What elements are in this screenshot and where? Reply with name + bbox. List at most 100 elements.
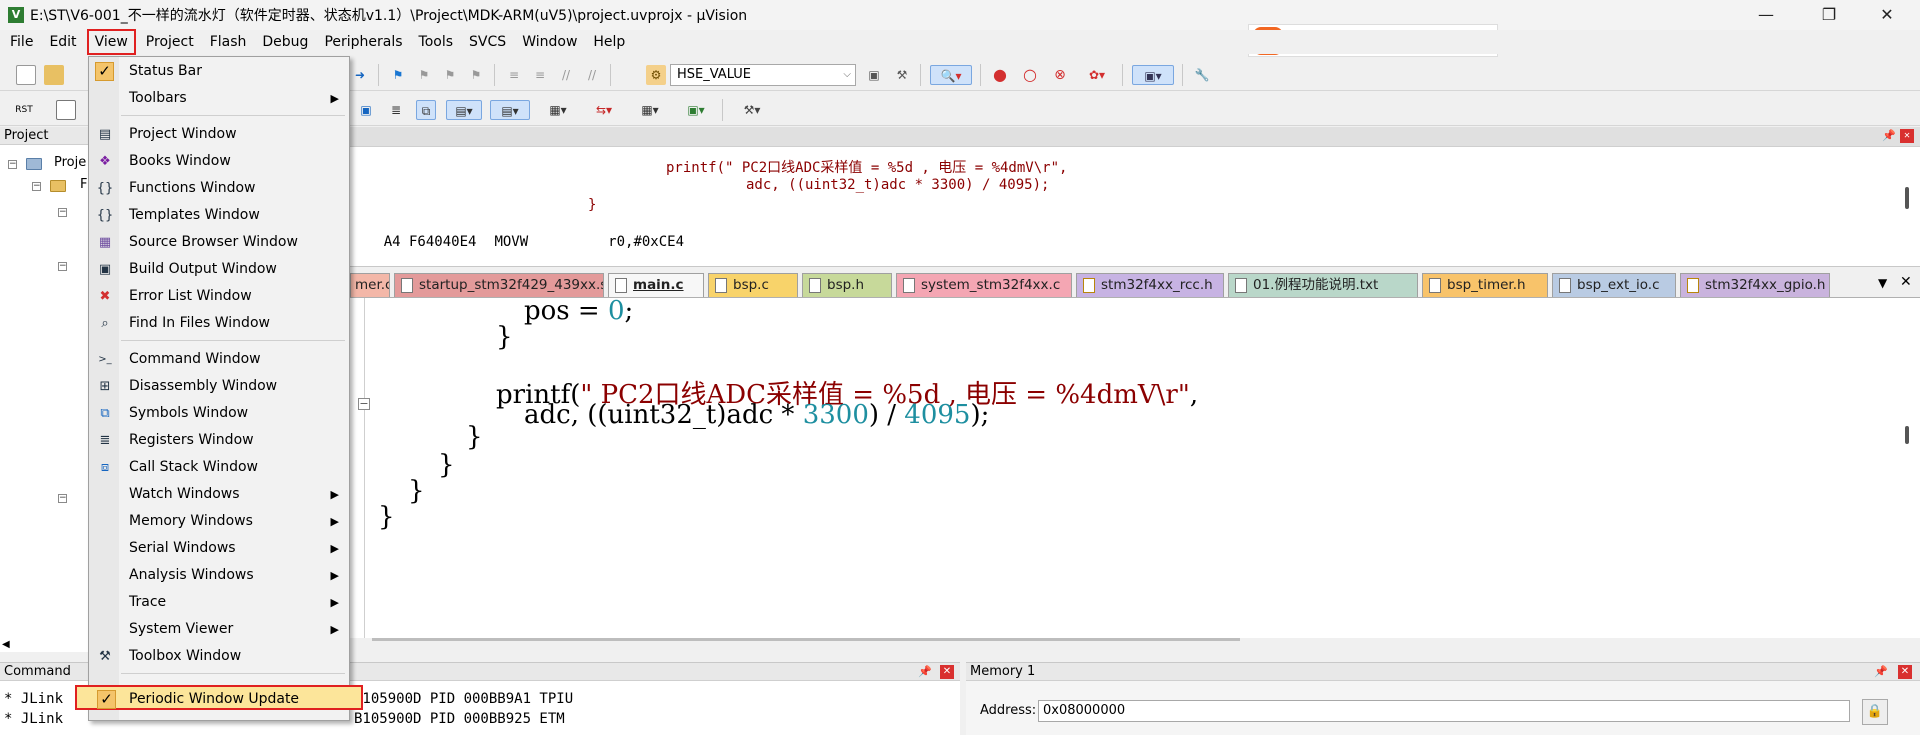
open-file-icon[interactable] xyxy=(44,65,64,85)
unindent-icon[interactable]: ≡ xyxy=(530,65,550,85)
menu-debug[interactable]: Debug xyxy=(256,31,314,53)
menu-item-toolbox-window[interactable]: ⚒ Toolbox Window xyxy=(89,644,349,669)
tab-list-icon[interactable]: ▼ xyxy=(1878,276,1887,290)
prev-bookmark-icon[interactable]: ⚑ xyxy=(414,65,434,85)
comment-icon[interactable]: // xyxy=(556,65,576,85)
tab-file[interactable]: stm32f4xx_rcc.h xyxy=(1076,273,1224,297)
close-tab-icon[interactable]: ✕ xyxy=(1900,274,1912,290)
maximize-button[interactable]: ❐ xyxy=(1806,0,1852,30)
menu-item-source-browser[interactable]: ▦ Source Browser Window xyxy=(89,230,349,255)
symbols-window-icon[interactable]: ⧉ xyxy=(416,100,436,120)
pin-icon[interactable]: 📌 xyxy=(1882,129,1896,143)
chevron-down-icon[interactable]: ⌵ xyxy=(843,65,851,85)
find-target-icon[interactable]: ⚙ xyxy=(646,65,666,85)
command-window-icon[interactable]: ▣ xyxy=(356,100,376,120)
menu-item-functions-window[interactable]: {} Functions Window xyxy=(89,176,349,201)
tab-file[interactable]: bsp_timer.h xyxy=(1422,273,1548,297)
call-stack-window-icon[interactable]: ▤▾ xyxy=(490,100,530,120)
reset-button[interactable]: RST xyxy=(14,100,34,120)
build-icon[interactable] xyxy=(56,100,76,120)
serial-window-icon[interactable]: ▦▾ xyxy=(632,100,668,120)
watch-window-icon[interactable]: ▦▾ xyxy=(540,100,576,120)
menu-item-periodic-window-update[interactable]: ✓ Periodic Window Update xyxy=(75,685,363,710)
menu-file[interactable]: File xyxy=(4,31,39,53)
enable-breakpoint-icon[interactable]: ○ xyxy=(1020,65,1040,85)
tab-file[interactable]: startup_stm32f429_439xx.s xyxy=(394,273,604,297)
tree-collapse-icon[interactable]: − xyxy=(32,182,41,191)
menu-item-toolbars[interactable]: Toolbars ▶ xyxy=(89,86,349,111)
disable-breakpoints-icon[interactable]: ⊗ xyxy=(1050,65,1070,85)
toolbox-icon[interactable]: ⚒▾ xyxy=(732,100,772,120)
menu-item-symbols-window[interactable]: ⧉ Symbols Window xyxy=(89,401,349,426)
menu-item-books-window[interactable]: ❖ Books Window xyxy=(89,149,349,174)
menu-item-watch-windows[interactable]: Watch Windows ▶ xyxy=(89,482,349,507)
menu-item-templates-window[interactable]: {} Templates Window xyxy=(89,203,349,228)
minimize-button[interactable]: — xyxy=(1743,0,1789,30)
close-icon[interactable]: ✕ xyxy=(1898,665,1912,679)
clear-bookmarks-icon[interactable]: ⚑ xyxy=(466,65,486,85)
menu-flash[interactable]: Flash xyxy=(204,31,253,53)
menu-item-call-stack[interactable]: ⧈ Call Stack Window xyxy=(89,455,349,480)
bookmark-icon[interactable]: ⚑ xyxy=(388,65,408,85)
menu-item-analysis-windows[interactable]: Analysis Windows ▶ xyxy=(89,563,349,588)
code-editor[interactable]: − pos = 0; } printf(" PC2口线ADC采样值 = %5d … xyxy=(350,296,1920,638)
tab-file[interactable]: bsp.h xyxy=(802,273,892,297)
next-bookmark-icon[interactable]: ⚑ xyxy=(440,65,460,85)
close-button[interactable]: ✕ xyxy=(1864,0,1910,30)
kill-breakpoints-icon[interactable]: ✿▾ xyxy=(1080,65,1114,85)
find-combobox[interactable]: HSE_VALUE ⌵ xyxy=(670,64,856,86)
indent-icon[interactable]: ≡ xyxy=(504,65,524,85)
navigate-forward-icon[interactable]: ➜ xyxy=(350,65,370,85)
find-in-files-icon[interactable]: ▣ xyxy=(864,65,884,85)
menu-item-command-window[interactable]: >_ Command Window xyxy=(89,347,349,372)
registers-window-icon[interactable]: ▤▾ xyxy=(446,100,482,120)
menu-item-project-window[interactable]: ▤ Project Window xyxy=(89,122,349,147)
tree-collapse-icon[interactable]: − xyxy=(58,494,67,503)
debug-session-icon[interactable]: 🔍▾ xyxy=(930,65,972,85)
pin-icon[interactable]: 📌 xyxy=(1874,665,1888,679)
menu-item-registers-window[interactable]: ≣ Registers Window xyxy=(89,428,349,453)
scroll-left-icon[interactable]: ◀ xyxy=(2,639,16,653)
menu-item-error-list[interactable]: ✖ Error List Window xyxy=(89,284,349,309)
menu-edit[interactable]: Edit xyxy=(43,31,82,53)
disassembly-window-icon[interactable]: ≣ xyxy=(386,100,406,120)
new-file-icon[interactable] xyxy=(16,65,36,85)
menu-item-serial-windows[interactable]: Serial Windows ▶ xyxy=(89,536,349,561)
menu-item-system-viewer[interactable]: System Viewer ▶ xyxy=(89,617,349,642)
tree-project-root[interactable]: Proje xyxy=(54,155,86,170)
incremental-find-icon[interactable]: ⚒ xyxy=(892,65,912,85)
disasm-instruction[interactable]: A4 F64040E4 MOVW r0,#0xCE4 xyxy=(350,218,684,266)
close-icon[interactable]: ✕ xyxy=(1900,129,1914,143)
uncomment-icon[interactable]: // xyxy=(582,65,602,85)
menu-item-find-in-files[interactable]: ⌕ Find In Files Window xyxy=(89,311,349,336)
menu-item-build-output[interactable]: ▣ Build Output Window xyxy=(89,257,349,282)
menu-svcs[interactable]: SVCS xyxy=(463,31,512,53)
menu-project[interactable]: Project xyxy=(140,31,200,53)
scrollbar-thumb[interactable] xyxy=(372,638,1240,641)
fold-icon[interactable]: − xyxy=(358,398,370,410)
menu-item-disassembly-window[interactable]: ⊞ Disassembly Window xyxy=(89,374,349,399)
tree-collapse-icon[interactable]: − xyxy=(58,262,67,271)
pin-icon[interactable]: 📌 xyxy=(918,665,932,679)
insert-breakpoint-icon[interactable]: ● xyxy=(990,65,1010,85)
lock-icon[interactable]: 🔒 xyxy=(1862,699,1888,725)
close-icon[interactable]: ✕ xyxy=(940,665,954,679)
menu-item-memory-windows[interactable]: Memory Windows ▶ xyxy=(89,509,349,534)
memory-window-icon[interactable]: ⇆▾ xyxy=(586,100,622,120)
scrollbar-thumb[interactable] xyxy=(1905,426,1909,444)
tab-file[interactable]: bsp.c xyxy=(708,273,798,297)
configure-icon[interactable]: 🔧 xyxy=(1192,65,1212,85)
address-input[interactable]: 0x08000000 xyxy=(1038,700,1850,722)
menu-item-trace[interactable]: Trace ▶ xyxy=(89,590,349,615)
menu-item-status-bar[interactable]: ✓ Status Bar xyxy=(89,59,349,84)
tab-file[interactable]: system_stm32f4xx.c xyxy=(896,273,1072,297)
tab-file[interactable]: bsp_ext_io.c xyxy=(1552,273,1676,297)
tab-file[interactable]: mer.c xyxy=(350,273,390,297)
menu-window[interactable]: Window xyxy=(516,31,583,53)
menu-peripherals[interactable]: Peripherals xyxy=(318,31,408,53)
tree-target[interactable]: F xyxy=(80,177,87,192)
menu-help[interactable]: Help xyxy=(587,31,631,53)
menu-tools[interactable]: Tools xyxy=(413,31,460,53)
analysis-window-icon[interactable]: ▣▾ xyxy=(678,100,714,120)
menu-view[interactable]: View xyxy=(86,29,136,55)
